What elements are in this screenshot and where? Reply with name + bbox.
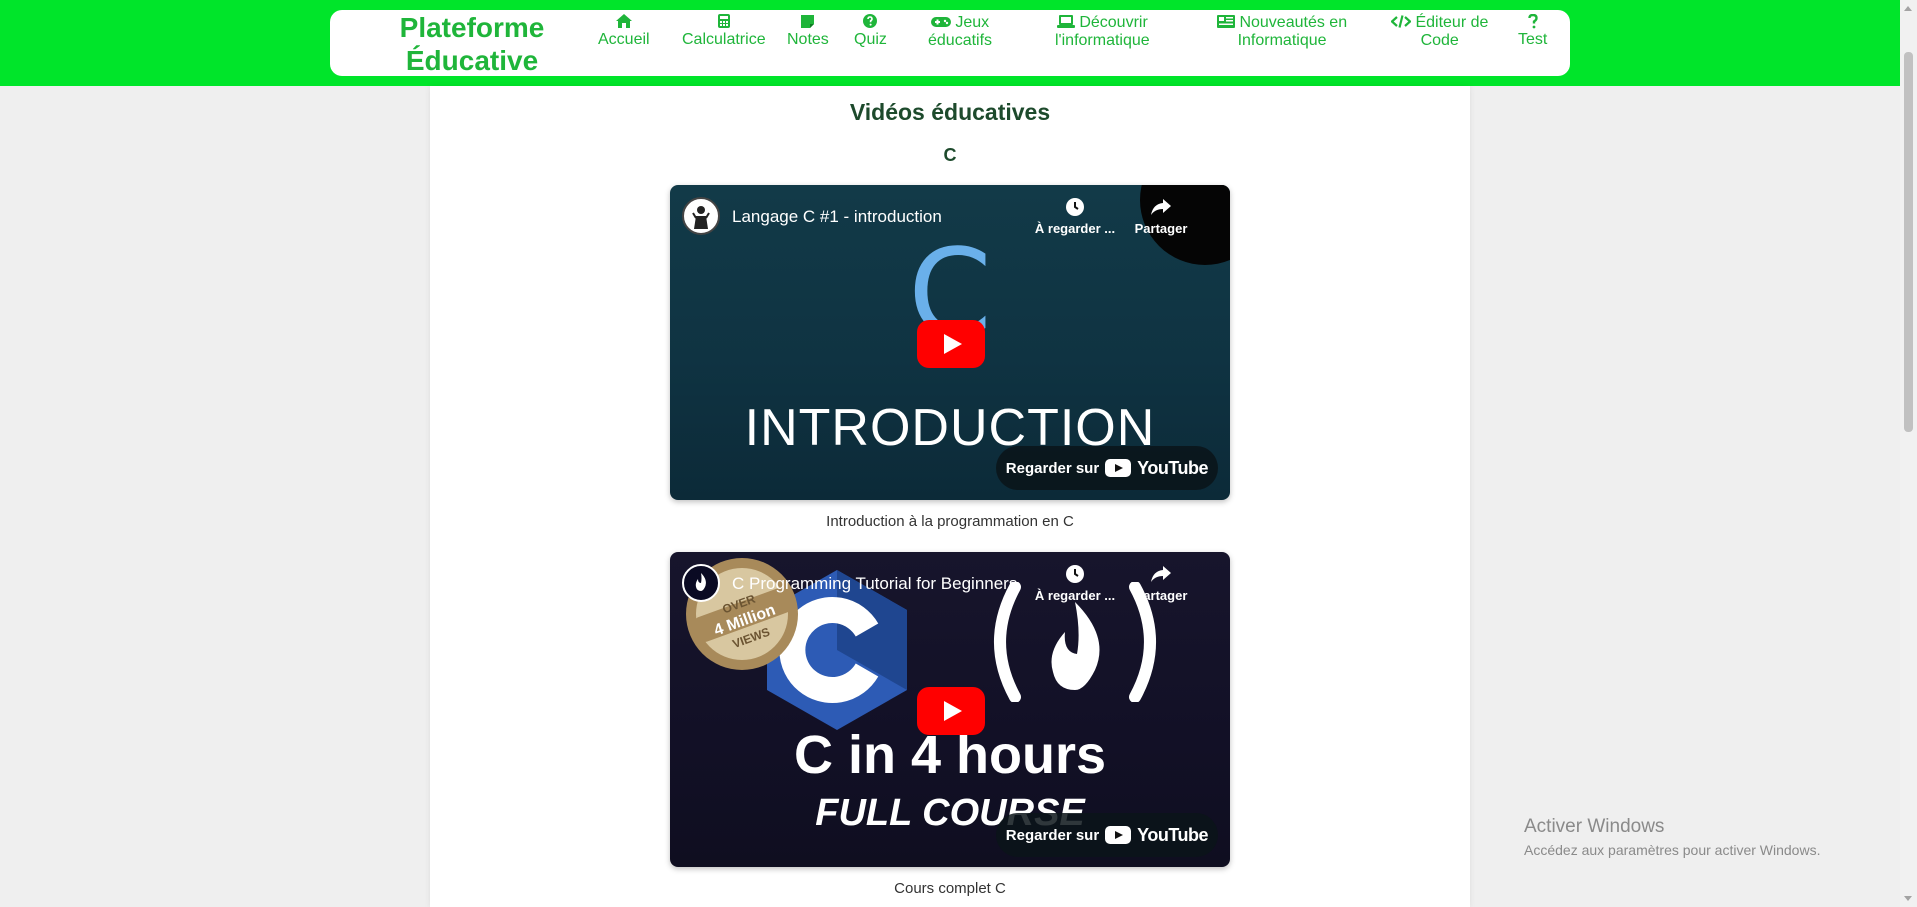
nav-item-jeux[interactable]: Jeux éducatifs (928, 14, 992, 50)
video-caption-1: Introduction à la programmation en C (826, 513, 1074, 530)
channel-avatar[interactable] (682, 197, 720, 235)
question-circle-icon (863, 14, 878, 28)
nav-label: Éditeur de (1415, 14, 1489, 31)
nav-label: Notes (787, 31, 829, 48)
newspaper-icon (1217, 15, 1235, 28)
nav-label: Jeux (955, 14, 990, 31)
nav-label-2: Informatique (1237, 32, 1327, 49)
watch-later-button[interactable]: À regarder ... (1030, 564, 1120, 603)
nav-item-calculatrice[interactable]: Calculatrice (682, 14, 766, 49)
scroll-up-arrow-icon[interactable] (1904, 6, 1912, 11)
nav-label: Nouveautés en (1239, 14, 1348, 31)
windows-activation-watermark: Activer Windows Accédez aux paramètres p… (1524, 816, 1820, 858)
watermark-subtitle: Accédez aux paramètres pour activer Wind… (1524, 842, 1821, 858)
video-title[interactable]: Langage C #1 - introduction (732, 207, 942, 227)
play-button-icon[interactable] (917, 320, 985, 368)
play-button-icon[interactable] (917, 687, 985, 735)
flame-icon (695, 573, 706, 591)
nav-item-decouvrir[interactable]: Découvrir l'informatique (1055, 14, 1150, 50)
nav-label-2: Code (1420, 32, 1459, 49)
clock-icon (1066, 565, 1084, 583)
nav-item-quiz[interactable]: Quiz (854, 14, 887, 49)
main-content: Vidéos éducatives C C INTRODUCTION Langa… (430, 86, 1470, 907)
share-button[interactable]: Partager (1116, 197, 1206, 236)
share-label: Partager (1134, 221, 1188, 236)
watch-on-label: Regarder sur (1005, 459, 1100, 477)
person-icon (692, 206, 710, 229)
brand-logo[interactable]: Plateforme Éducative (382, 11, 562, 77)
nav-item-editeur[interactable]: Éditeur de Code (1391, 14, 1488, 50)
video-player-1[interactable]: C INTRODUCTION Langage C #1 - introducti… (670, 185, 1230, 500)
watch-on-label: Regarder sur (1005, 826, 1100, 844)
scrollbar-thumb[interactable] (1904, 52, 1913, 432)
brand-line-1: Plateforme (399, 12, 545, 43)
nav-label: Test (1518, 31, 1548, 48)
vertical-scrollbar[interactable] (1900, 0, 1917, 907)
watch-later-label: À regarder ... (1034, 588, 1116, 603)
share-icon (1151, 199, 1171, 215)
youtube-logo-icon (1105, 459, 1132, 477)
youtube-wordmark: YouTube (1137, 824, 1208, 845)
brand-line-2: Éducative (405, 45, 539, 76)
nav-item-accueil[interactable]: Accueil (598, 14, 650, 49)
page-title: Vidéos éducatives (849, 99, 1051, 125)
calculator-icon (717, 14, 730, 28)
channel-avatar[interactable] (682, 564, 720, 602)
code-icon (1391, 15, 1411, 28)
clock-icon (1066, 198, 1084, 216)
nav-label: Accueil (598, 31, 650, 48)
youtube-wordmark: YouTube (1137, 457, 1208, 478)
video-title[interactable]: C Programming Tutorial for Beginners (732, 574, 1017, 594)
share-label: Partager (1134, 588, 1188, 603)
nav-container: Plateforme Éducative Accueil Calculatric… (330, 10, 1570, 76)
scroll-down-arrow-icon[interactable] (1904, 896, 1912, 901)
watermark-title: Activer Windows (1524, 816, 1665, 837)
nav-item-test[interactable]: Test (1518, 14, 1547, 49)
watch-later-button[interactable]: À regarder ... (1030, 197, 1120, 236)
laptop-icon (1056, 15, 1075, 28)
top-navbar: Plateforme Éducative Accueil Calculatric… (0, 0, 1900, 86)
nav-label: Découvrir (1079, 14, 1148, 31)
question-icon (1527, 14, 1538, 29)
watch-later-label: À regarder ... (1034, 221, 1116, 236)
nav-label: Calculatrice (682, 31, 766, 48)
nav-label-2: l'informatique (1055, 32, 1150, 49)
note-icon (801, 15, 815, 28)
nav-item-notes[interactable]: Notes (787, 14, 829, 49)
gamepad-icon (930, 17, 951, 27)
youtube-logo-icon (1105, 826, 1132, 844)
nav-label-2: éducatifs (928, 32, 993, 49)
watch-on-youtube-button[interactable]: Regarder sur YouTube (995, 813, 1218, 857)
video-player-2[interactable]: OVER 4 Million VIEWS C in 4 hours FULL C… (670, 552, 1230, 867)
home-icon (615, 14, 632, 28)
share-button[interactable]: Partager (1116, 564, 1206, 603)
nav-item-nouveautes[interactable]: Nouveautés en Informatique (1217, 14, 1347, 50)
language-heading: C (943, 145, 957, 165)
share-icon (1151, 566, 1171, 582)
video-caption-2: Cours complet C (894, 880, 1006, 897)
nav-label: Quiz (854, 31, 887, 48)
watch-on-youtube-button[interactable]: Regarder sur YouTube (995, 446, 1218, 490)
